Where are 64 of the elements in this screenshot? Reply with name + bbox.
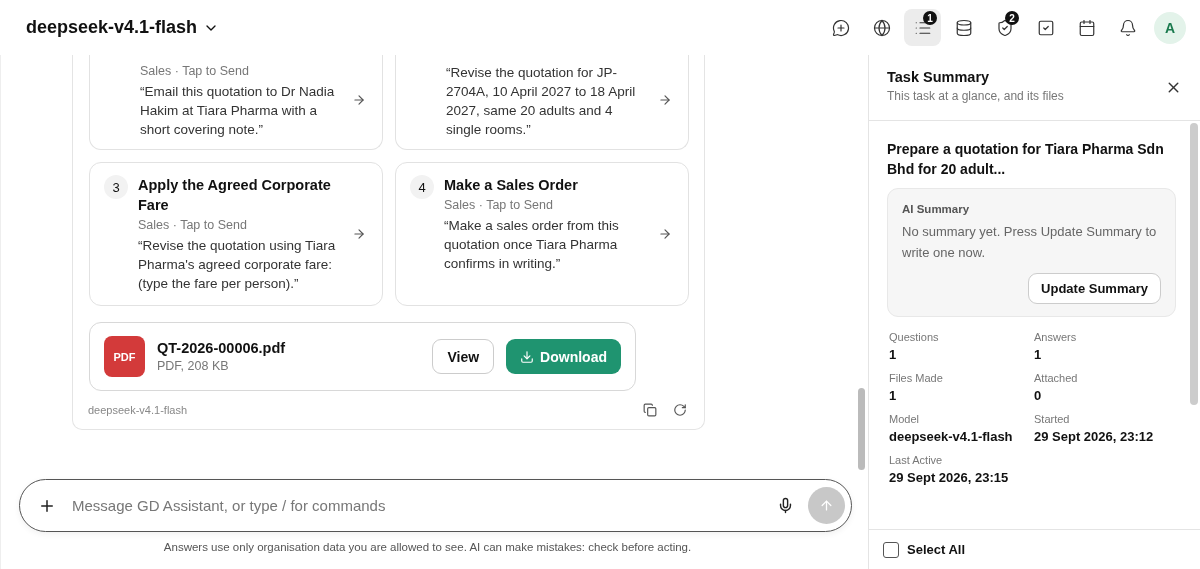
arrow-right-icon bbox=[658, 93, 672, 107]
suggestion-card[interactable]: 4 Make a Sales Order Sales · Tap to Send “Make a sales order from this quotation once Tiara Pharma confirms in writing.” bbox=[395, 162, 689, 306]
refresh-icon[interactable] bbox=[673, 403, 687, 417]
file-meta: PDF, 208 KB bbox=[157, 359, 230, 373]
stat-label: Answers bbox=[1034, 331, 1078, 343]
suggestion-title: Apply the Agreed Corporate Fare bbox=[138, 176, 332, 215]
scrollbar-thumb[interactable] bbox=[1190, 123, 1198, 405]
update-summary-button[interactable]: Update Summary bbox=[1028, 273, 1161, 304]
stat-value: deepseek-v4.1-flash bbox=[889, 429, 1014, 444]
model-selector[interactable]: deepseek-v4.1-flash bbox=[26, 17, 220, 38]
file-name: QT-2026-00006.pdf bbox=[157, 340, 287, 356]
bell-icon bbox=[1118, 18, 1137, 37]
suggestion-card[interactable]: 3 Apply the Agreed Corporate Fare Sales · Tap to Send “Revise the quotation using Tiara Pharma's agreed corporate fare: (type the fare per person).” bbox=[89, 162, 383, 306]
checkbox[interactable] bbox=[883, 541, 899, 558]
database-icon bbox=[954, 18, 973, 37]
count-badge: 2 bbox=[1005, 11, 1019, 25]
toolbar-button[interactable]: 1 bbox=[904, 9, 941, 46]
globe-icon bbox=[872, 18, 891, 37]
scrollbar-thumb[interactable] bbox=[858, 388, 865, 470]
toolbar-button[interactable]: 2 bbox=[986, 9, 1023, 46]
stat-label: Last Active bbox=[889, 454, 944, 466]
arrow-right-icon bbox=[658, 227, 672, 241]
stat-value: 1 bbox=[889, 347, 898, 362]
ai-summary-heading: AI Summary bbox=[902, 203, 971, 215]
ai-summary-text: No summary yet. Press Update Summary to write one now. bbox=[902, 223, 1158, 262]
stat-value: 1 bbox=[889, 388, 898, 403]
view-button[interactable]: View bbox=[432, 339, 495, 374]
microphone-icon[interactable] bbox=[777, 497, 794, 514]
copy-icon[interactable] bbox=[643, 403, 657, 417]
checkbox-icon bbox=[1036, 18, 1055, 37]
download-button[interactable]: Download bbox=[506, 339, 621, 374]
stat-value: 29 Sept 2026, 23:15 bbox=[889, 470, 1010, 485]
stat-label: Files Made bbox=[889, 372, 944, 384]
stat-label: Attached bbox=[1034, 372, 1079, 384]
stat-label: Model bbox=[889, 413, 920, 425]
disclaimer-text: Answers use only organisation data you are allowed to see. AI can make mistakes: check before acting. bbox=[162, 541, 693, 553]
model-label: deepseek-v4.1-flash bbox=[88, 404, 189, 416]
suggestion-card[interactable]: “Revise the quotation for JP-2704A, 10 April 2027 to 18 April 2027, same 20 adults and 4 single rooms.” bbox=[395, 55, 689, 150]
stat-value: 0 bbox=[1034, 388, 1043, 403]
suggestion-prompt: “Revise the quotation using Tiara Pharma's agreed corporate fare: (type the fare per person).” bbox=[138, 237, 337, 293]
suggestion-prompt: “Email this quotation to Dr Nadia Hakim at Tiara Pharma with a short covering note.” bbox=[140, 83, 336, 139]
stat-value: 1 bbox=[1034, 347, 1043, 362]
suggestion-category: Sales · Tap to Send bbox=[138, 217, 248, 234]
step-number: 4 bbox=[410, 175, 434, 199]
select-all-label: Select All bbox=[907, 542, 966, 557]
suggestion-card[interactable]: Sales · Tap to Send “Email this quotation to Dr Nadia Hakim at Tiara Pharma with a short covering note.” bbox=[89, 55, 383, 150]
suggestion-title: Make a Sales Order bbox=[444, 176, 579, 195]
suggestion-category: Sales · Tap to Send bbox=[140, 63, 250, 80]
calendar-icon bbox=[1077, 18, 1096, 37]
count-badge: 1 bbox=[923, 11, 937, 25]
stat-value: 29 Sept 2026, 23:12 bbox=[1034, 429, 1155, 444]
suggestion-prompt: “Make a sales order from this quotation once Tiara Pharma confirms in writing.” bbox=[444, 217, 620, 273]
pdf-file-icon: PDF bbox=[104, 336, 145, 377]
panel-title: Task Summary bbox=[887, 69, 991, 85]
step-number: 3 bbox=[104, 175, 128, 199]
user-avatar[interactable]: A bbox=[1154, 11, 1186, 44]
download-icon bbox=[520, 349, 535, 364]
task-title: Prepare a quotation for Tiara Pharma Sdn Bhd for 20 adult... bbox=[887, 140, 1165, 179]
panel-subtitle: This task at a glance, and its files bbox=[887, 89, 1065, 103]
stat-label: Questions bbox=[889, 331, 940, 343]
suggestion-prompt: “Revise the quotation for JP-2704A, 10 April 2027 to 18 April 2027, same 20 adults and 4 single rooms.” bbox=[446, 64, 637, 139]
suggestion-category: Sales · Tap to Send bbox=[444, 197, 554, 214]
stat-label: Started bbox=[1034, 413, 1071, 425]
new-chat-icon bbox=[831, 18, 850, 37]
